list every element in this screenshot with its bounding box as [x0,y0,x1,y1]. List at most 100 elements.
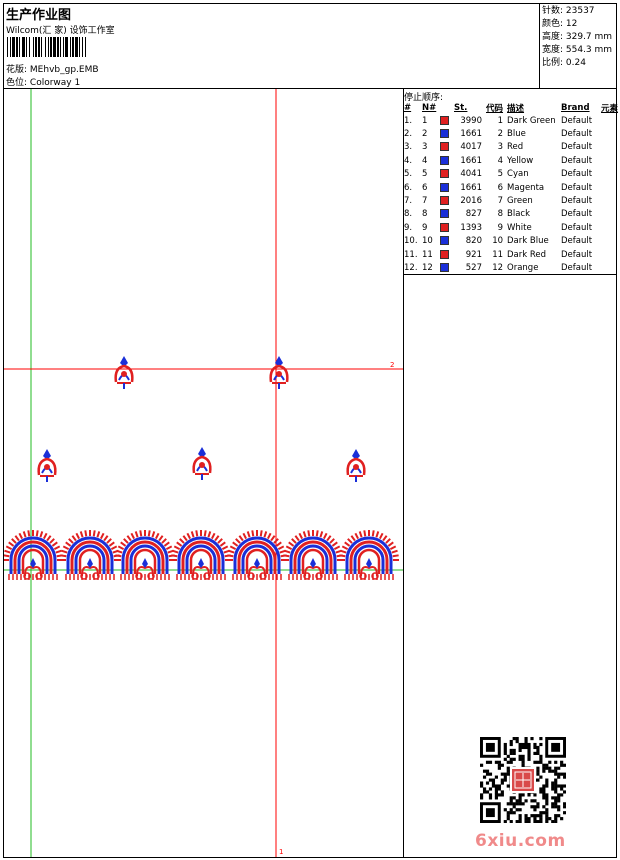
row-stitches: 527 [465,262,482,273]
row-index: 3. [404,142,413,153]
row-element [601,141,618,154]
col-index: # [404,102,412,113]
row-swatch [440,235,454,248]
row-description: Cyan [507,169,529,180]
motif-arch [4,530,63,580]
row-brand: Default [561,129,593,140]
row-swatch [440,194,454,207]
design-canvas: 2 1 [4,89,403,857]
row-code: 3 [497,142,504,153]
row-n: 9 [422,222,428,233]
software-name: Wilcom(汇 家) 设饰工作室 [6,26,115,36]
row-code: 6 [497,182,504,193]
design-stats: 针数: 23537 颜色: 12 高度: 329.7 mm 宽度: 554.3 … [542,5,612,70]
row-swatch [440,127,454,140]
motif-arch [339,530,399,580]
motif-small [192,447,212,480]
row-element [601,248,618,261]
col-code: 代码 [486,103,504,114]
col-swatch [440,101,454,114]
row-description: Blue [507,129,526,140]
row-description: Yellow [507,155,534,166]
row-code: 8 [497,209,504,220]
row-stitches: 1661 [460,182,482,193]
colorway-value: Colorway 1 [29,78,81,88]
row-element [601,114,618,127]
table-row: 4. 4 1661 4 Yellow Default [404,154,618,167]
row-index: 7. [404,196,413,207]
row-description: Magenta [507,182,545,193]
col-brand: Brand [561,102,590,113]
motif-arch [227,530,287,580]
color-swatch [440,196,449,206]
row-code: 9 [497,222,504,233]
row-stitches: 4041 [460,169,482,180]
row-stitches: 2016 [460,196,482,207]
row-stitches: 827 [465,209,482,220]
stitch-count: 针数: 23537 [542,6,595,16]
row-element [601,154,618,167]
row-code: 10 [492,236,504,247]
row-description: Orange [507,262,539,273]
row-brand: Default [561,182,593,193]
motif-arch [283,530,343,580]
color-swatch [440,155,449,165]
row-element [601,194,618,207]
col-description: 描述 [507,103,525,114]
row-stitches: 4017 [460,142,482,153]
row-n: 12 [422,262,433,273]
row-index: 2. [404,129,413,140]
row-stitches: 1661 [460,129,482,140]
row-n: 5 [422,169,428,180]
row-code: 2 [497,129,504,140]
row-brand: Default [561,262,593,273]
row-n: 2 [422,129,428,140]
table-row: 10. 10 820 10 Dark Blue Default [404,235,618,248]
table-row: 12. 12 527 12 Orange Default [404,261,618,274]
table-header-row: # N# St. 代码 描述 Brand 元素 [404,101,618,114]
row-n: 6 [422,182,428,193]
row-description: Dark Green [507,115,556,126]
row-index: 1. [404,115,413,126]
design-width: 宽度: 554.3 mm [542,45,613,55]
table-divider [404,274,617,275]
row-swatch [440,154,454,167]
pattern-value: MEhvb_gp.EMB [29,65,99,75]
row-description: Black [507,209,531,220]
row-swatch [440,208,454,221]
row-element [601,181,618,194]
motif-small [37,449,57,482]
color-count: 颜色: 12 [542,19,578,29]
color-swatch [440,262,449,272]
barcode [7,37,86,57]
row-description: Green [507,196,533,207]
row-index: 8. [404,209,413,220]
row-description: Dark Red [507,249,547,260]
table-row: 11. 11 921 11 Dark Red Default [404,248,618,261]
design-scale: 比例: 0.24 [542,58,586,68]
table-row: 6. 6 1661 6 Magenta Default [404,181,618,194]
row-element [601,168,618,181]
row-n: 7 [422,196,428,207]
row-brand: Default [561,169,593,180]
row-brand: Default [561,115,593,126]
color-swatch [440,142,449,152]
row-code: 11 [492,249,504,260]
row-index: 10. [404,236,418,247]
row-stitches: 921 [465,249,482,260]
row-swatch [440,181,454,194]
row-n: 8 [422,209,428,220]
pattern-label: 花版: [6,65,28,75]
row-stitches: 3990 [460,115,482,126]
header-divider-vertical [539,3,540,88]
color-swatch [440,249,449,259]
row-swatch [440,168,454,181]
color-swatch [440,115,449,125]
table-row: 8. 8 827 8 Black Default [404,208,618,221]
color-swatch [440,182,449,192]
row-swatch [440,221,454,234]
row-brand: Default [561,249,593,260]
color-sequence-table: # N# St. 代码 描述 Brand 元素 1. 1 3990 1 Dark Gre… [404,101,618,275]
motif-arch [171,530,231,580]
row-swatch [440,114,454,127]
